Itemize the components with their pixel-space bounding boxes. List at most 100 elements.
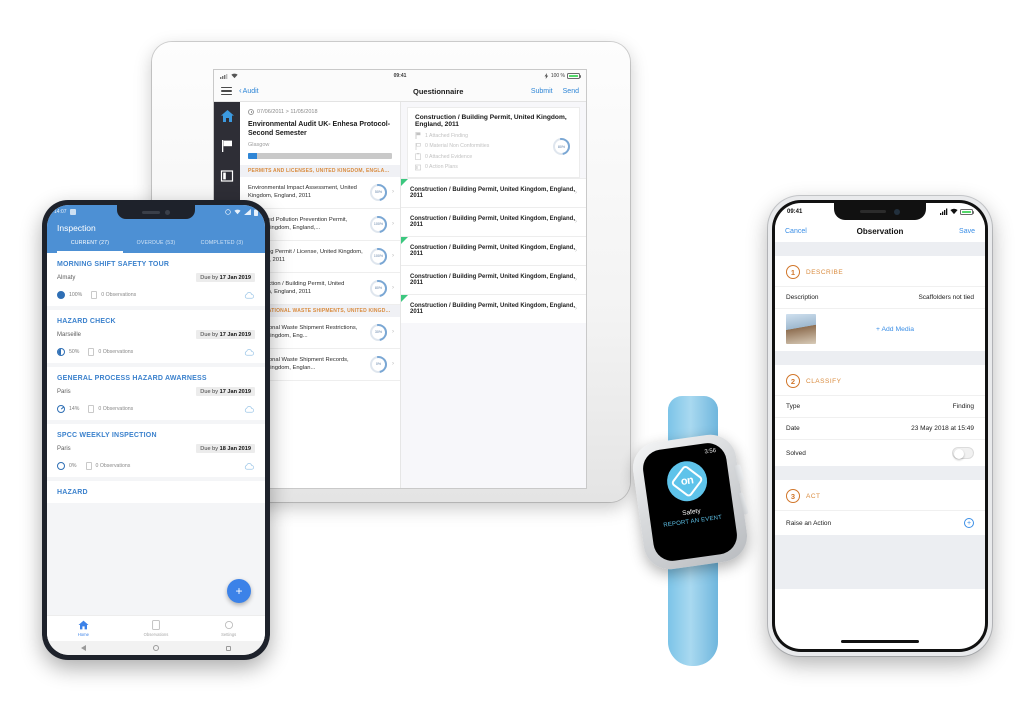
tab-completed[interactable]: COMPLETED (3) <box>189 240 255 253</box>
media-thumbnail[interactable] <box>786 314 816 344</box>
due-prefix: Due by <box>200 388 220 395</box>
back-label: Audit <box>242 87 259 95</box>
speaker-icon <box>142 210 160 214</box>
cloud-icon[interactable] <box>244 462 255 470</box>
solved-key: Solved <box>786 449 806 457</box>
due-prefix: Due by <box>200 274 220 281</box>
iphone-notch <box>834 203 926 220</box>
camera-icon <box>165 209 170 215</box>
section-label: ACT <box>806 492 821 500</box>
due-badge: Due by 17 Jan 2019 <box>196 330 255 339</box>
battery-icon <box>567 72 582 79</box>
cloud-icon[interactable] <box>244 405 255 413</box>
audit-date-range-row: 07/06/2011 > 11/05/2018 <box>248 109 392 115</box>
questionnaire-row[interactable]: Construction / Building Permit, United K… <box>401 235 586 265</box>
back-nav-icon[interactable] <box>80 645 86 651</box>
type-value: Finding <box>952 403 974 410</box>
tablet-battery-status: 100 % <box>544 72 582 79</box>
step-number-badge: 3 <box>786 489 800 503</box>
digital-crown[interactable] <box>733 464 745 482</box>
progress-ring-value: 0% <box>375 362 382 367</box>
due-date: 17 Jan 2019 <box>219 331 251 338</box>
type-key: Type <box>786 403 801 410</box>
question-card-title: Construction / Building Permit, United K… <box>415 114 567 128</box>
chevron-right-icon: › <box>392 221 394 228</box>
android-notch <box>117 205 195 219</box>
inspection-card[interactable]: HAZARD <box>47 481 265 503</box>
cloud-icon[interactable] <box>244 348 255 356</box>
send-button[interactable]: Send <box>563 88 579 95</box>
audit-location: Glasgow <box>248 141 270 148</box>
questionnaire-row[interactable]: Construction / Building Permit, United K… <box>401 177 586 207</box>
questionnaire-row[interactable]: Construction / Building Permit, United K… <box>401 264 586 294</box>
inspection-card[interactable]: GENERAL PROCESS HAZARD AWARNESS Paris Du… <box>47 367 265 420</box>
recents-nav-icon[interactable] <box>226 645 232 651</box>
home-icon[interactable] <box>219 108 235 124</box>
flag-corner-icon <box>401 178 408 186</box>
tab-overdue[interactable]: OVERDUE (53) <box>123 240 189 253</box>
flag-outline-icon <box>415 142 421 150</box>
add-circle-icon[interactable]: + <box>964 518 974 528</box>
watch-action-label[interactable]: REPORT AN EVENT <box>663 515 722 529</box>
due-date: 17 Jan 2019 <box>219 274 251 281</box>
inspection-city: Almaty <box>57 274 76 281</box>
book-icon[interactable] <box>219 168 235 184</box>
progress-ring-value: 30% <box>374 330 383 335</box>
progress-ring-value: 80% <box>557 144 566 149</box>
list-item[interactable]: Environmental Impact Assessment, United … <box>240 177 400 209</box>
watch-side-button[interactable] <box>737 492 749 515</box>
raise-action-row[interactable]: Raise an Action + <box>775 510 985 535</box>
inspection-card[interactable]: MORNING SHIFT SAFETY TOUR Almaty Due by … <box>47 253 265 306</box>
tablet-navbar: ‹ Audit Questionnaire Submit Send <box>214 81 586 102</box>
bottom-nav-observations[interactable]: Observations <box>120 620 193 637</box>
progress-ring: 100% <box>370 215 387 233</box>
solved-row[interactable]: Solved <box>775 439 985 466</box>
tablet-status-bar: 09:41 100 % <box>214 70 586 81</box>
inspection-list[interactable]: MORNING SHIFT SAFETY TOUR Almaty Due by … <box>47 253 265 621</box>
back-button[interactable]: ‹ Audit <box>239 87 259 95</box>
inspection-card[interactable]: SPCC WEEKLY INSPECTION Paris Due by 18 J… <box>47 424 265 477</box>
submit-button[interactable]: Submit <box>531 88 553 95</box>
questionnaire-row[interactable]: Construction / Building Permit, United K… <box>401 293 586 323</box>
solved-toggle[interactable] <box>952 447 974 459</box>
flag-icon[interactable] <box>219 138 235 154</box>
wifi-icon <box>234 209 241 215</box>
battery-icon <box>960 208 975 215</box>
chevron-right-icon: › <box>575 276 577 283</box>
inspection-title: GENERAL PROCESS HAZARD AWARNESS <box>57 375 207 382</box>
smartwatch-device: 3:56 on Safety REPORT AN EVENT <box>628 396 758 666</box>
due-badge: Due by 18 Jan 2019 <box>196 444 255 453</box>
section-label: DESCRIBE <box>806 268 844 276</box>
section-gap <box>775 242 985 256</box>
bottom-nav-label: Home <box>77 631 89 637</box>
description-row[interactable]: Description Scaffolders not tied <box>775 286 985 308</box>
menu-icon[interactable] <box>221 86 232 96</box>
add-inspection-fab[interactable]: + <box>227 579 251 603</box>
type-row[interactable]: Type Finding <box>775 395 985 417</box>
tab-current[interactable]: CURRENT (27) <box>57 240 123 253</box>
clock-icon <box>248 109 254 115</box>
add-media-button[interactable]: + Add Media <box>816 326 974 333</box>
inspection-card[interactable]: HAZARD CHECK Marseille Due by 17 Jan 201… <box>47 310 265 363</box>
meta-non-conformities: 0 Material Non Conformities <box>415 142 572 150</box>
wifi-icon <box>950 208 958 215</box>
progress-ring-value: 100% <box>373 254 384 259</box>
cancel-button[interactable]: Cancel <box>785 228 807 235</box>
inspection-subrow: Paris Due by 18 Jan 2019 <box>57 444 255 453</box>
android-phone-device: 14:07 Inspection CURRENT (27) OVERDUE (5… <box>42 200 270 660</box>
save-button[interactable]: Save <box>959 228 975 235</box>
tablet-questionnaire-panel: Construction / Building Permit, United K… <box>401 102 586 488</box>
bottom-nav-settings[interactable]: Settings <box>192 620 265 637</box>
speaker-icon <box>860 209 886 214</box>
date-row[interactable]: Date 23 May 2018 at 15:49 <box>775 417 985 439</box>
progress-percent: 100% <box>69 292 83 298</box>
cloud-icon[interactable] <box>244 291 255 299</box>
questionnaire-row[interactable]: Construction / Building Permit, United K… <box>401 206 586 236</box>
step-number-badge: 2 <box>786 374 800 388</box>
bottom-nav-home[interactable]: Home <box>47 620 120 637</box>
home-nav-icon[interactable] <box>152 645 159 651</box>
due-badge: Due by 17 Jan 2019 <box>196 273 255 282</box>
inspection-title: SPCC WEEKLY INSPECTION <box>57 432 157 439</box>
date-value: 23 May 2018 at 15:49 <box>911 425 974 432</box>
chevron-right-icon: › <box>392 361 394 368</box>
